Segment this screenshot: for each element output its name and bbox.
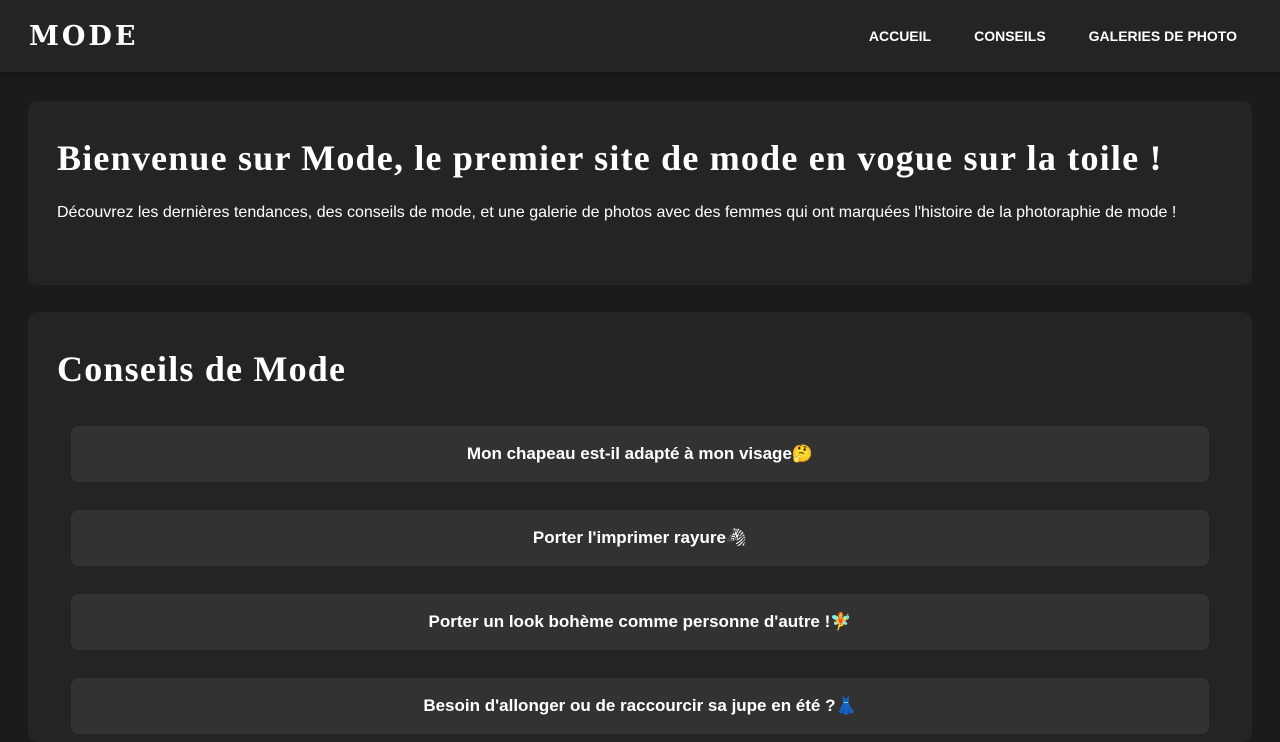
tip-button-stripes[interactable]: Porter l'imprimer rayure🦓 [71, 510, 1209, 566]
navbar: MODE ACCUEIL CONSEILS GALERIES DE PHOTO [0, 0, 1280, 72]
tips-list: Mon chapeau est-il adapté à mon visage🤔 … [57, 426, 1223, 734]
nav-link-accueil[interactable]: ACCUEIL [869, 28, 931, 44]
welcome-description: Découvrez les dernières tendances, des c… [57, 204, 1177, 221]
tip-button-boho[interactable]: Porter un look bohème comme personne d'a… [71, 594, 1209, 650]
welcome-title: Bienvenue sur Mode, le premier site de m… [57, 138, 1163, 178]
nav-link-galeries[interactable]: GALERIES DE PHOTO [1089, 28, 1237, 44]
main-nav: ACCUEIL CONSEILS GALERIES DE PHOTO [869, 28, 1237, 44]
tip-button-skirt[interactable]: Besoin d'allonger ou de raccourcir sa ju… [71, 678, 1209, 734]
tip-button-hat[interactable]: Mon chapeau est-il adapté à mon visage🤔 [71, 426, 1209, 482]
site-logo[interactable]: MODE [29, 21, 138, 52]
tips-title: Conseils de Mode [57, 349, 347, 389]
nav-link-conseils[interactable]: CONSEILS [974, 28, 1046, 44]
fashion-tips-section: Conseils de Mode Mon chapeau est-il adap… [28, 312, 1252, 742]
welcome-section: Bienvenue sur Mode, le premier site de m… [28, 101, 1252, 285]
